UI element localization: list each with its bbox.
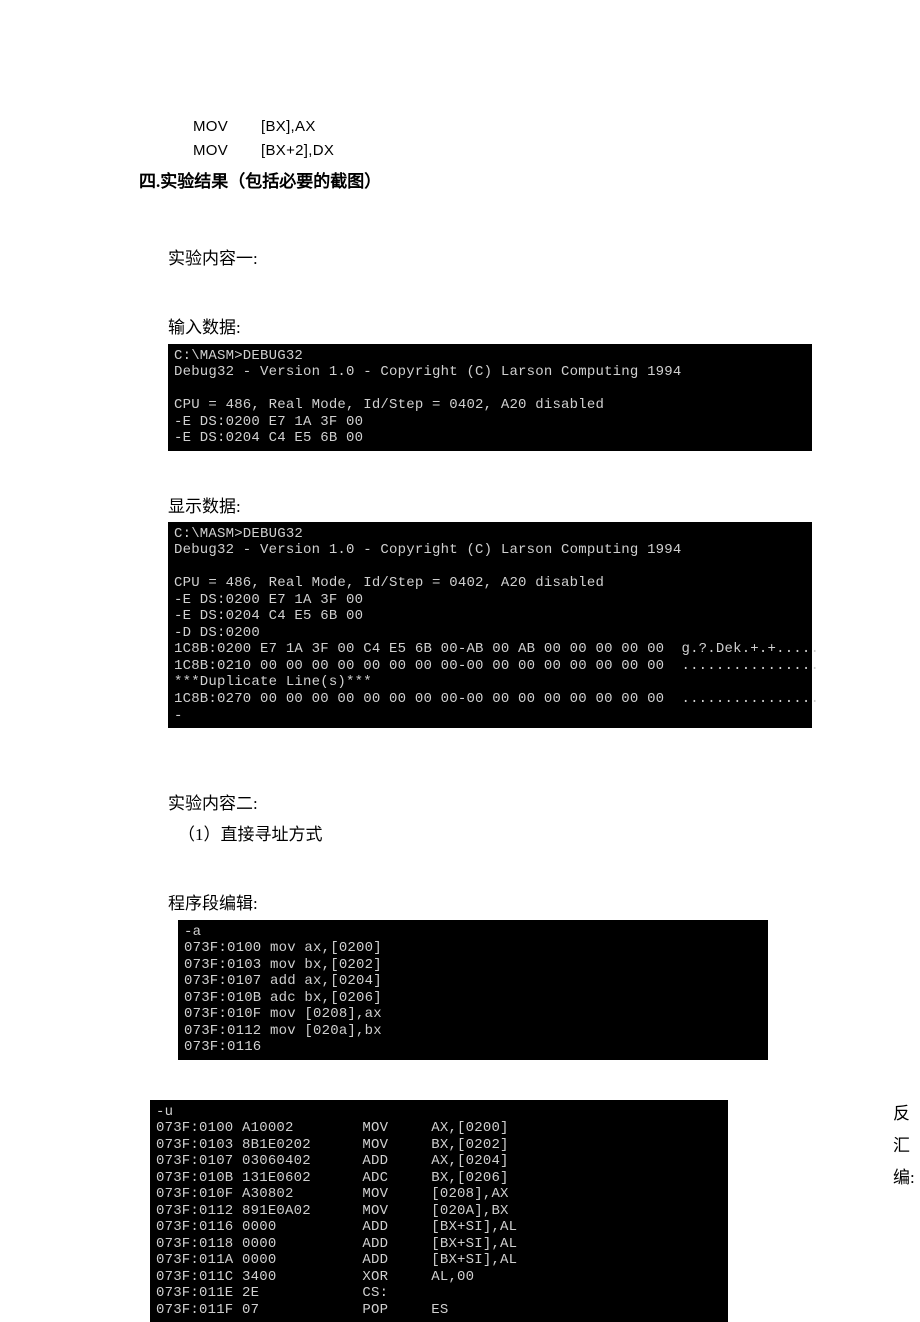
- disasm-label: 反汇编:: [893, 1098, 913, 1195]
- terminal-assemble: -a 073F:0100 mov ax,[0200] 073F:0103 mov…: [178, 920, 768, 1060]
- display-data-label: 显示数据:: [168, 493, 808, 520]
- asm-op: MOV: [193, 115, 261, 139]
- asm-line-2: MOV[BX+2],DX: [193, 139, 808, 163]
- terminal-disasm: -u 073F:0100 A10002 MOV AX,[0200] 073F:0…: [150, 1100, 728, 1322]
- prog-edit-label: 程序段编辑:: [168, 890, 808, 917]
- terminal-display: C:\MASM>DEBUG32 Debug32 - Version 1.0 - …: [168, 522, 812, 728]
- asm-args: [BX+2],DX: [261, 142, 334, 159]
- asm-args: [BX],AX: [261, 118, 316, 135]
- section-heading: 四.实验结果（包括必要的截图）: [139, 168, 808, 195]
- exp2-heading: 实验内容二:: [168, 790, 808, 817]
- asm-line-1: MOV[BX],AX: [193, 115, 808, 139]
- exp1-heading: 实验内容一:: [168, 245, 808, 272]
- input-data-label: 输入数据:: [168, 314, 808, 341]
- terminal-input: C:\MASM>DEBUG32 Debug32 - Version 1.0 - …: [168, 344, 812, 451]
- mode-heading: （1）直接寻址方式: [178, 821, 808, 848]
- asm-op: MOV: [193, 139, 261, 163]
